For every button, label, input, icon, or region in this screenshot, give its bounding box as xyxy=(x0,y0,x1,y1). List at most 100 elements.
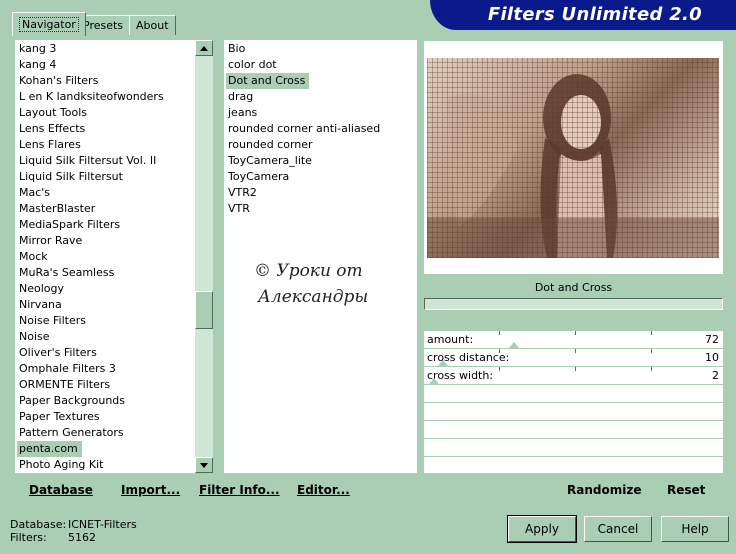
app-title: Filters Unlimited 2.0 xyxy=(487,4,702,25)
category-item[interactable]: Mock xyxy=(15,249,195,265)
category-item[interactable]: Liquid Silk Filtersut Vol. II xyxy=(15,153,195,169)
scroll-down-button[interactable] xyxy=(195,457,213,473)
watermark-line-2: Александры xyxy=(258,287,369,307)
filter-item[interactable]: rounded corner xyxy=(224,137,417,153)
category-item[interactable]: Noise Filters xyxy=(15,313,195,329)
filter-item[interactable]: jeans xyxy=(224,105,417,121)
preview-image xyxy=(427,58,719,258)
slider-tick xyxy=(499,349,500,353)
filter-item[interactable]: color dot xyxy=(224,57,417,73)
database-label: Database xyxy=(29,483,93,497)
tab-about[interactable]: About xyxy=(129,15,176,35)
randomize-label: Randomize xyxy=(567,483,642,497)
category-item[interactable]: Oliver's Filters xyxy=(15,345,195,361)
filters-count-value: 5162 xyxy=(68,531,96,544)
slider-pointer-icon[interactable] xyxy=(429,378,440,384)
category-item[interactable]: Omphale Filters 3 xyxy=(15,361,195,377)
category-item-label: ORMENTE Filters xyxy=(19,378,111,391)
category-item[interactable]: Neology xyxy=(15,281,195,297)
category-item[interactable]: MuRa's Seamless xyxy=(15,265,195,281)
category-item-label: Lens Effects xyxy=(19,122,86,135)
category-item[interactable]: penta.com xyxy=(15,441,195,457)
scroll-thumb[interactable] xyxy=(195,291,213,329)
slider-pointer-icon[interactable] xyxy=(508,342,519,348)
category-item[interactable]: MasterBlaster xyxy=(15,201,195,217)
slider-tick xyxy=(499,331,500,335)
param-row-empty xyxy=(424,421,723,438)
category-item[interactable]: Layout Tools xyxy=(15,105,195,121)
filter-item[interactable]: Dot and Cross xyxy=(224,73,417,89)
apply-label: Apply xyxy=(525,522,559,536)
category-item-label: L en K landksiteofwonders xyxy=(19,90,164,103)
cancel-label: Cancel xyxy=(597,522,639,536)
preview-panel xyxy=(424,41,723,274)
category-item[interactable]: kang 3 xyxy=(15,41,195,57)
arrow-up-icon xyxy=(200,46,208,51)
apply-button[interactable]: Apply xyxy=(507,515,577,543)
reset-button[interactable]: Reset xyxy=(667,483,705,497)
slider-pointer-icon[interactable] xyxy=(438,360,449,366)
param-value: 72 xyxy=(705,333,719,346)
scroll-up-button[interactable] xyxy=(195,40,213,56)
filter-item-label: Dot and Cross xyxy=(226,73,310,89)
editor-button[interactable]: Editor... xyxy=(297,483,350,497)
category-item-label: Mirror Rave xyxy=(19,234,83,247)
category-item[interactable]: Noise xyxy=(15,329,195,345)
category-item[interactable]: ORMENTE Filters xyxy=(15,377,195,393)
category-list[interactable]: kang 3 kang 4 Kohan's Filters L en K landks… xyxy=(15,40,195,473)
dot-cross-pattern xyxy=(427,58,719,258)
import-button[interactable]: Import... xyxy=(121,483,180,497)
slider-tick xyxy=(651,331,652,335)
category-item[interactable]: Paper Backgrounds xyxy=(15,393,195,409)
filter-item[interactable]: ToyCamera_lite xyxy=(224,153,417,169)
category-item[interactable]: Kohan's Filters xyxy=(15,73,195,89)
filter-item[interactable]: Bio xyxy=(224,41,417,57)
category-item-label: Neology xyxy=(19,282,65,295)
filter-item-label: color dot xyxy=(228,58,277,71)
randomize-button[interactable]: Randomize xyxy=(567,483,641,497)
filter-item-label: ToyCamera xyxy=(228,170,290,183)
category-item-label: Layout Tools xyxy=(19,106,87,119)
filter-item-label: VTR xyxy=(228,202,250,215)
category-item[interactable]: Liquid Silk Filtersut xyxy=(15,169,195,185)
filter-list[interactable]: Bio color dot Dot and Cross drag jeans rounde… xyxy=(224,40,417,473)
category-item-label: MuRa's Seamless xyxy=(19,266,115,279)
filter-item[interactable]: rounded corner anti-aliased xyxy=(224,121,417,137)
slider-tick xyxy=(575,331,576,335)
category-item[interactable]: Lens Effects xyxy=(15,121,195,137)
filter-item[interactable]: ToyCamera xyxy=(224,169,417,185)
filter-item[interactable]: drag xyxy=(224,89,417,105)
database-button[interactable]: Database xyxy=(29,483,93,497)
cancel-button[interactable]: Cancel xyxy=(584,516,652,542)
category-item[interactable]: Paper Textures xyxy=(15,409,195,425)
filter-name: Dot and Cross xyxy=(534,281,613,294)
category-item[interactable]: kang 4 xyxy=(15,57,195,73)
slider-tick xyxy=(651,367,652,371)
category-item-label: Noise xyxy=(19,330,50,343)
tab-about-label: About xyxy=(136,19,169,32)
param-row[interactable]: amount: 72 xyxy=(424,331,723,348)
filter-item[interactable]: VTR2 xyxy=(224,185,417,201)
category-item-label: MasterBlaster xyxy=(19,202,96,215)
param-row-empty xyxy=(424,385,723,402)
category-item[interactable]: Photo Aging Kit xyxy=(15,457,195,473)
slider-tick xyxy=(499,367,500,371)
param-row[interactable]: cross width: 2 xyxy=(424,367,723,384)
filter-info-button[interactable]: Filter Info... xyxy=(199,483,280,497)
category-item-label: Paper Textures xyxy=(19,410,100,423)
category-item[interactable]: Nirvana xyxy=(15,297,195,313)
category-scrollbar[interactable] xyxy=(195,40,213,473)
param-row[interactable]: cross distance: 10 xyxy=(424,349,723,366)
category-item[interactable]: Lens Flares xyxy=(15,137,195,153)
param-row-empty xyxy=(424,439,723,456)
category-item[interactable]: Pattern Generators xyxy=(15,425,195,441)
slider-tick xyxy=(575,349,576,353)
category-item[interactable]: Mirror Rave xyxy=(15,233,195,249)
tab-navigator[interactable]: Navigator xyxy=(12,12,86,36)
category-item[interactable]: MediaSpark Filters xyxy=(15,217,195,233)
category-item[interactable]: Mac's xyxy=(15,185,195,201)
filter-item[interactable]: VTR xyxy=(224,201,417,217)
filter-item-label: rounded corner anti-aliased xyxy=(228,122,381,135)
help-button[interactable]: Help xyxy=(661,516,729,542)
category-item[interactable]: L en K landksiteofwonders xyxy=(15,89,195,105)
